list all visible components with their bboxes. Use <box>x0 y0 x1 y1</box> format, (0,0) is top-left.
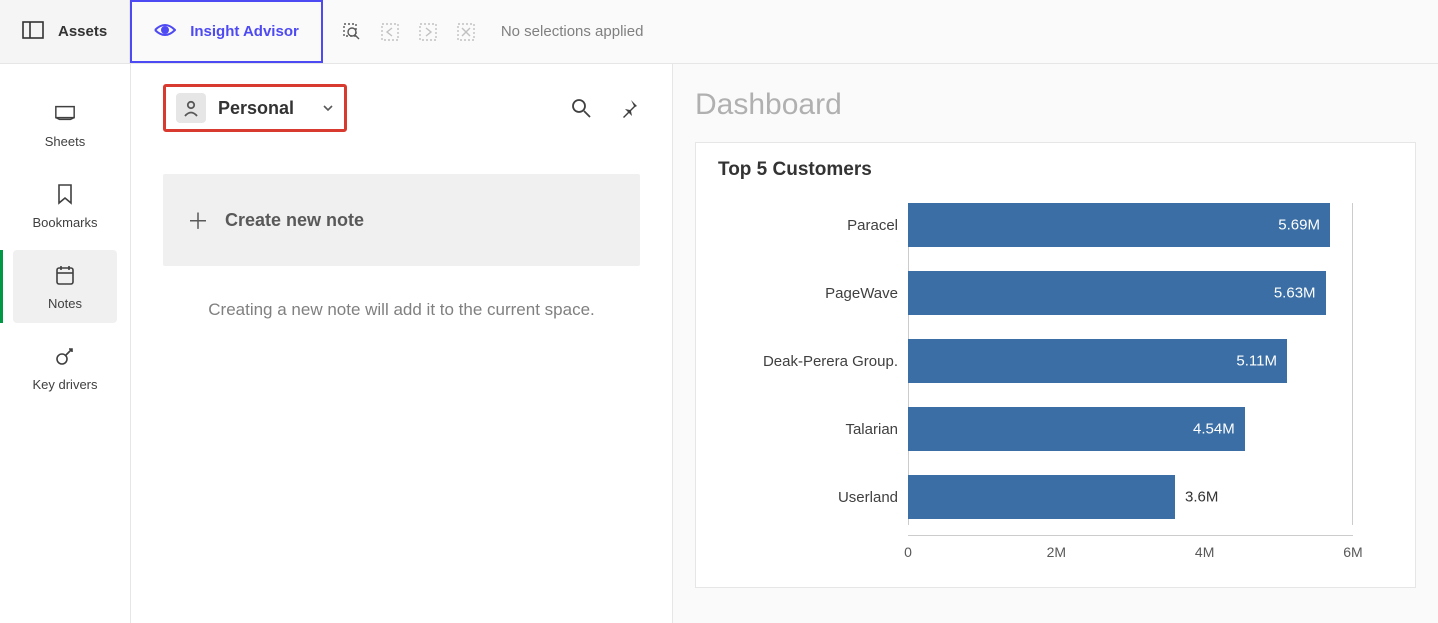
chevron-down-icon <box>322 99 334 117</box>
chart-bar[interactable]: 5.63M <box>908 271 1326 315</box>
chart-row: Talarian4.54M <box>908 407 1353 451</box>
create-note-label: Create new note <box>225 210 364 231</box>
eye-icon <box>154 22 176 42</box>
chart-category-label: PageWave <box>718 285 898 302</box>
chart-value-label: 4.54M <box>1193 421 1235 438</box>
chart-category-label: Userland <box>718 489 898 506</box>
assets-icon <box>22 21 44 43</box>
chart-value-label: 5.69M <box>1278 217 1320 234</box>
selection-forward-icon <box>417 21 439 43</box>
bar-chart: Paracel5.69MPageWave5.63MDeak-Perera Gro… <box>718 203 1393 563</box>
selection-toolbar: No selections applied <box>323 0 662 63</box>
sidebar-item-sheets[interactable]: Sheets <box>13 88 117 161</box>
chart-x-axis: 02M4M6M <box>908 535 1353 563</box>
key-drivers-icon <box>54 345 76 367</box>
dashboard-panel: Dashboard Top 5 Customers Paracel5.69MPa… <box>673 64 1438 623</box>
chart-xtick: 2M <box>1047 544 1066 560</box>
chart-xtick: 6M <box>1343 544 1362 560</box>
chart-row: Deak-Perera Group.5.11M <box>908 339 1353 383</box>
create-note-hint: Creating a new note will add it to the c… <box>163 300 640 320</box>
chart-xtick: 4M <box>1195 544 1214 560</box>
chart-category-label: Paracel <box>718 217 898 234</box>
sidebar-item-label: Notes <box>48 296 82 311</box>
selection-clear-icon <box>455 21 477 43</box>
assets-label: Assets <box>58 23 107 40</box>
chart-bar[interactable]: 4.54M <box>908 407 1245 451</box>
chart-bar[interactable]: 3.6M <box>908 475 1175 519</box>
no-selections-text: No selections applied <box>501 23 644 40</box>
bookmark-icon <box>54 183 76 205</box>
chart-row: Userland3.6M <box>908 475 1353 519</box>
assets-button[interactable]: Assets <box>0 0 130 63</box>
chart-row: Paracel5.69M <box>908 203 1353 247</box>
sidebar-item-label: Sheets <box>45 134 85 149</box>
chart-category-label: Talarian <box>718 421 898 438</box>
create-note-button[interactable]: ＋ Create new note <box>163 174 640 266</box>
chart-value-label: 5.11M <box>1236 353 1277 370</box>
chart-title: Top 5 Customers <box>718 159 1393 181</box>
selection-back-icon <box>379 21 401 43</box>
pin-icon[interactable] <box>618 97 640 119</box>
sidebar-item-key-drivers[interactable]: Key drivers <box>13 331 117 404</box>
user-icon <box>176 93 206 123</box>
chart-card: Top 5 Customers Paracel5.69MPageWave5.63… <box>695 142 1416 588</box>
dashboard-title: Dashboard <box>695 88 1416 122</box>
sidebar-item-label: Key drivers <box>32 377 97 392</box>
insight-advisor-button[interactable]: Insight Advisor <box>130 0 323 63</box>
scope-label: Personal <box>218 98 294 119</box>
insight-advisor-label: Insight Advisor <box>190 23 299 40</box>
plus-icon: ＋ <box>187 204 209 236</box>
chart-value-label: 3.6M <box>1185 489 1218 506</box>
sheets-icon <box>54 102 76 124</box>
sidebar-item-label: Bookmarks <box>32 215 97 230</box>
sidebar: Sheets Bookmarks Notes Key drivers <box>0 64 131 623</box>
selection-search-icon[interactable] <box>341 21 363 43</box>
sidebar-item-notes[interactable]: Notes <box>13 250 117 323</box>
search-icon[interactable] <box>570 97 592 119</box>
chart-value-label: 5.63M <box>1274 285 1316 302</box>
sidebar-item-bookmarks[interactable]: Bookmarks <box>13 169 117 242</box>
chart-xtick: 0 <box>904 544 912 560</box>
notes-panel: Personal ＋ Create new note Creating a ne… <box>131 64 673 623</box>
chart-bar[interactable]: 5.69M <box>908 203 1330 247</box>
chart-bar[interactable]: 5.11M <box>908 339 1287 383</box>
notes-icon <box>54 264 76 286</box>
chart-row: PageWave5.63M <box>908 271 1353 315</box>
scope-dropdown[interactable]: Personal <box>163 84 347 132</box>
chart-category-label: Deak-Perera Group. <box>718 353 898 370</box>
